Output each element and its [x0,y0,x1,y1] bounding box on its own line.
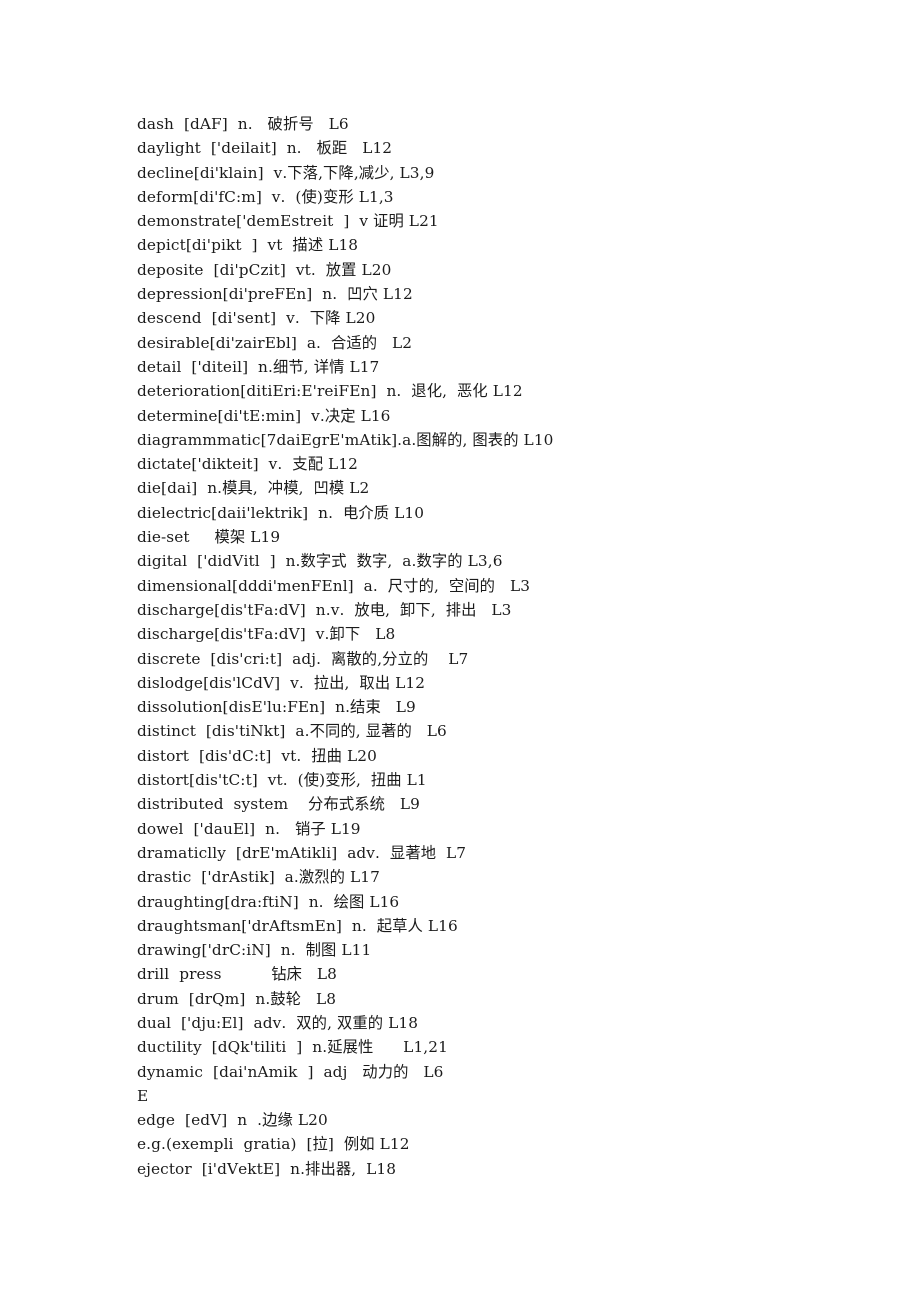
glossary-entry: dash [dAF] n. 破折号 L6 [137,115,349,133]
glossary-entry: distributed system 分布式系统 L9 [137,795,421,814]
glossary-entry: dual ['dju:El] adv. 双的, 双重的 L18 [137,1013,419,1032]
glossary-entry: digital ['didVitl ] n.数字式 数字, a.数字的 L3,6 [137,552,503,571]
glossary-entry: determine[di'tE:min] v.决定 L16 [137,406,391,425]
glossary-entry: edge [edV] n .边缘 L20 [137,1111,328,1130]
glossary-entry: drastic ['drAstik] a.激烈的 L17 [137,868,380,887]
glossary-entry: dictate['dikteit] v. 支配 L12 [137,455,358,474]
glossary-entry-list: dash [dAF] n. 破折号 L6 daylight ['deilait]… [137,112,877,1181]
glossary-entry: desirable[di'zairEbl] a. 合适的 L2 [137,333,413,352]
glossary-entry: ejector [i'dVektE] n.排出器, L18 [137,1159,397,1178]
glossary-entry: e.g.(exempli gratia) [拉] 例如 L12 [137,1135,410,1154]
glossary-entry: dissolution[disE'lu:FEn] n.结束 L9 [137,698,416,717]
glossary-entry: daylight ['deilait] n. 板距 L12 [137,139,393,158]
glossary-entry: deposite [di'pCzit] vt. 放置 L20 [137,260,392,279]
document-page: dash [dAF] n. 破折号 L6 daylight ['deilait]… [0,0,920,1302]
glossary-entry: drum [drQm] n.鼓轮 L8 [137,989,337,1008]
glossary-entry: discharge[dis'tFa:dV] n.v. 放电, 卸下, 排出 L3 [137,600,512,619]
glossary-entry: draughting[dra:ftiN] n. 绘图 L16 [137,892,400,911]
section-letter-heading: E [137,1086,149,1105]
glossary-entry: detail ['diteil] n.细节, 详情 L17 [137,357,380,376]
glossary-entry: distinct [dis'tiNkt] a.不同的, 显著的 L6 [137,722,447,741]
glossary-entry: distort[dis'tC:t] vt. (使)变形, 扭曲 L1 [137,771,427,790]
glossary-entry: dramaticlly [drE'mAtikli] adv. 显著地 L7 [137,843,467,862]
glossary-entry: descend [di'sent] v. 下降 L20 [137,309,376,328]
glossary-entry: decline[di'klain] v.下落,下降,减少, L3,9 [137,163,435,182]
glossary-entry: deform[di'fC:m] v. (使)变形 L1,3 [137,187,394,206]
glossary-entry: depression[di'preFEn] n. 凹穴 L12 [137,285,413,304]
glossary-entry: draughtsman['drAftsmEn] n. 起草人 L16 [137,916,458,935]
glossary-entry: die-set 模架 L19 [137,528,281,547]
glossary-entry: drill press 钻床 L8 [137,965,337,984]
glossary-entry: dynamic [dai'nAmik ] adj 动力的 L6 [137,1062,444,1081]
glossary-entry: dimensional[dddi'menFEnl] a. 尺寸的, 空间的 L3 [137,576,531,595]
glossary-entry: depict[di'pikt ] vt 描述 L18 [137,236,359,255]
glossary-entry: deterioration[ditiEri:E'reiFEn] n. 退化, 恶… [137,382,523,401]
glossary-entry: dowel ['dauEl] n. 销子 L19 [137,819,361,838]
glossary-entry: diagrammmatic[7daiEgrE'mAtik].a.图解的, 图表的… [137,430,554,449]
glossary-entry: distort [dis'dC:t] vt. 扭曲 L20 [137,746,377,765]
glossary-entry: discharge[dis'tFa:dV] v.卸下 L8 [137,625,396,644]
glossary-entry: die[dai] n.模具, 冲模, 凹模 L2 [137,479,370,498]
glossary-entry: ductility [dQk'tiliti ] n.延展性 L1,21 [137,1038,448,1057]
glossary-entry: drawing['drC:iN] n. 制图 L11 [137,941,372,960]
glossary-entry: dielectric[daii'lektrik] n. 电介质 L10 [137,503,425,522]
glossary-entry: dislodge[dis'lCdV] v. 拉出, 取出 L12 [137,673,426,692]
glossary-entry: demonstrate['demEstreit ] v 证明 L21 [137,212,439,231]
glossary-entry: discrete [dis'cri:t] adj. 离散的,分立的 L7 [137,649,469,668]
